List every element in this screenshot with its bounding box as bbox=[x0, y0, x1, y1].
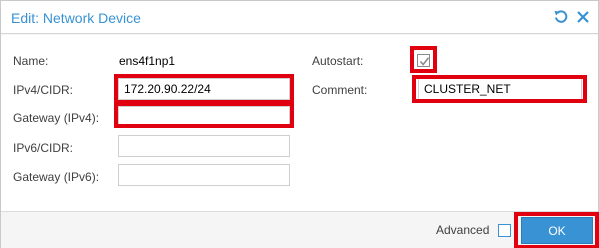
ipv6-cidr-label: IPv6/CIDR: bbox=[13, 141, 74, 155]
ipv4-cidr-label: IPv4/CIDR: bbox=[13, 83, 74, 97]
ipv4-cidr-input[interactable]: 172.20.90.22/24 bbox=[118, 78, 290, 100]
autostart-checkbox[interactable] bbox=[417, 54, 430, 67]
dialog-titlebar: Edit: Network Device bbox=[1, 1, 598, 34]
advanced-label: Advanced bbox=[436, 223, 490, 237]
gateway-ipv6-input[interactable] bbox=[118, 164, 290, 186]
gateway-ipv4-label: Gateway (IPv4): bbox=[13, 111, 100, 125]
dialog-body: Name: ens4f1np1 IPv4/CIDR: 172.20.90.22/… bbox=[1, 35, 598, 211]
comment-label: Comment: bbox=[312, 83, 368, 97]
gateway-ipv6-label: Gateway (IPv6): bbox=[13, 170, 100, 184]
edit-network-device-dialog: Edit: Network Device Name: ens4f1np1 IPv… bbox=[0, 0, 599, 248]
name-label: Name: bbox=[13, 54, 49, 68]
close-icon[interactable] bbox=[575, 9, 591, 25]
ipv6-cidr-input[interactable] bbox=[118, 135, 290, 157]
reset-icon[interactable] bbox=[553, 9, 569, 25]
advanced-checkbox[interactable] bbox=[498, 224, 511, 237]
name-value: ens4f1np1 bbox=[119, 54, 176, 68]
dialog-footer: Advanced OK bbox=[1, 211, 599, 248]
dialog-title: Edit: Network Device bbox=[11, 10, 141, 26]
gateway-ipv4-input[interactable] bbox=[118, 106, 290, 128]
comment-input[interactable]: CLUSTER_NET bbox=[418, 78, 582, 100]
autostart-label: Autostart: bbox=[312, 54, 364, 68]
ok-button[interactable]: OK bbox=[521, 217, 593, 244]
